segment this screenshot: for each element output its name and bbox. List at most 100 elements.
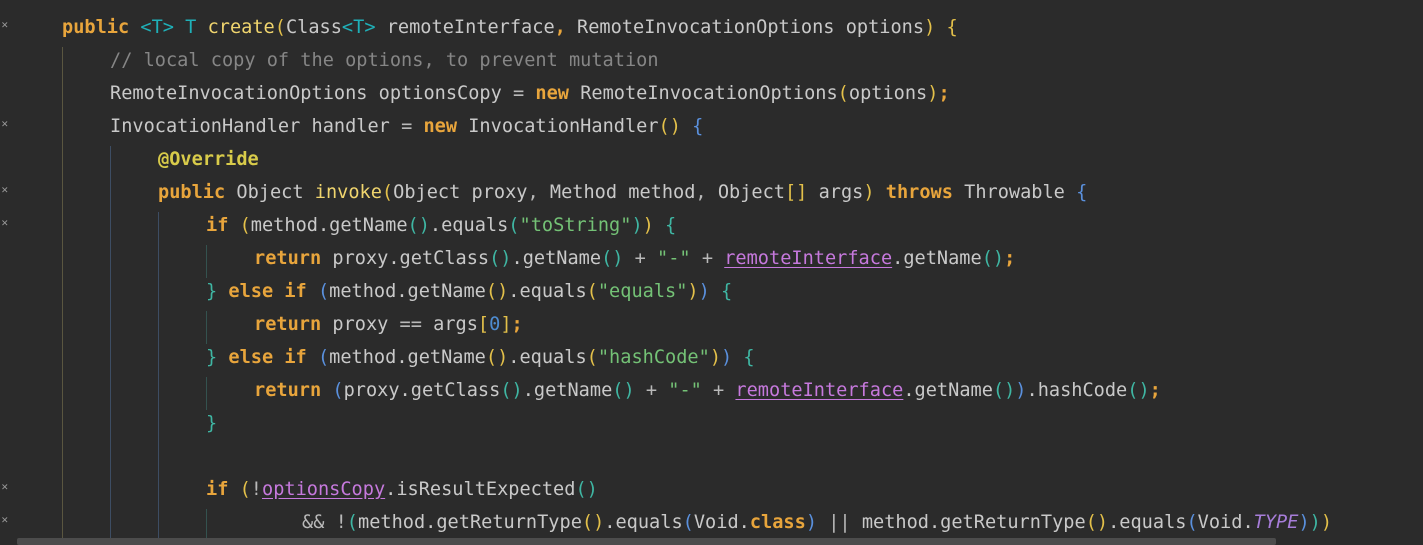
code-token: [ xyxy=(477,314,490,335)
code-token: < xyxy=(140,17,152,38)
code-line[interactable]: public <T> T create(Class<T> remoteInter… xyxy=(62,11,958,44)
code-token: ; xyxy=(1149,380,1161,401)
code-token: RemoteInvocationOptions xyxy=(577,17,846,38)
code-token: () xyxy=(1085,512,1109,533)
code-line[interactable]: // local copy of the options, to prevent… xyxy=(110,44,659,77)
code-token: ; xyxy=(511,314,523,335)
code-token: "toString" xyxy=(519,215,632,236)
code-token: ; xyxy=(1004,248,1016,269)
code-token: ) xyxy=(642,215,666,236)
code-line[interactable]: return proxy.getClass().getName() + "-" … xyxy=(254,242,1015,275)
fold-marker-icon[interactable]: ✕ xyxy=(1,220,9,229)
code-token: ) xyxy=(863,182,886,203)
code-token: ( xyxy=(586,281,598,302)
code-token: return xyxy=(254,314,333,335)
code-token: .getName xyxy=(522,380,613,401)
code-token: ( xyxy=(837,83,849,104)
code-line[interactable]: RemoteInvocationOptions optionsCopy = ne… xyxy=(110,77,950,110)
code-token: InvocationHandler xyxy=(468,116,659,137)
indent-guide xyxy=(110,146,111,545)
code-token: class xyxy=(749,512,806,533)
code-token: handler xyxy=(311,116,402,137)
code-token: || xyxy=(828,512,862,533)
code-token: ) xyxy=(709,347,722,368)
code-line[interactable]: public Object invoke(Object proxy, Metho… xyxy=(158,176,1087,209)
code-token: () xyxy=(489,248,512,269)
code-token: ) xyxy=(1298,512,1310,533)
code-line[interactable]: if (method.getName().equals("toString"))… xyxy=(206,209,676,242)
horizontal-scrollbar[interactable] xyxy=(17,538,1276,545)
code-token: .isResultExpected xyxy=(385,479,576,500)
indent-guide xyxy=(62,47,63,545)
code-token: .getName xyxy=(511,248,602,269)
code-token: RemoteInvocationOptions xyxy=(110,83,379,104)
code-token: () xyxy=(485,347,509,368)
code-token: ] xyxy=(500,314,512,335)
code-token: { xyxy=(743,347,755,368)
code-token: args xyxy=(818,182,864,203)
code-line[interactable]: return proxy == args[0]; xyxy=(254,308,523,341)
fold-marker-icon[interactable]: ✕ xyxy=(1,121,9,130)
code-token: Method xyxy=(549,182,629,203)
code-token: () xyxy=(485,281,509,302)
code-token: > xyxy=(162,17,186,38)
code-token: T xyxy=(185,17,208,38)
code-token: ) xyxy=(687,281,699,302)
code-token: .getName xyxy=(903,380,993,401)
code-line[interactable]: } else if (method.getName().equals("equa… xyxy=(206,275,732,308)
code-editor[interactable]: ✕ ✕ ✕ ✕ ✕ ✕ public <T> T create(Class<T>… xyxy=(0,0,1423,545)
code-token: ) xyxy=(1015,380,1027,401)
code-token: () xyxy=(612,380,646,401)
code-token: () xyxy=(1127,380,1150,401)
code-token: ) xyxy=(805,512,829,533)
code-token: method.getReturnType xyxy=(861,512,1086,533)
code-token: ) xyxy=(698,281,722,302)
code-token: remoteInterface xyxy=(735,380,904,401)
fold-gutter: ✕ ✕ ✕ ✕ ✕ ✕ xyxy=(0,0,14,545)
code-token: T xyxy=(353,17,365,38)
code-token: // local copy of the options, to prevent… xyxy=(110,50,659,71)
code-token: ; xyxy=(938,83,950,104)
code-token: ) xyxy=(1309,512,1321,533)
code-token: { xyxy=(946,17,958,38)
indent-guide xyxy=(206,311,207,344)
code-line[interactable]: if (!optionsCopy.isResultExpected() xyxy=(206,473,598,506)
fold-marker-icon[interactable]: ✕ xyxy=(1,484,9,493)
code-token: , xyxy=(695,182,718,203)
code-token: () xyxy=(407,215,430,236)
code-token: < xyxy=(341,17,354,38)
code-line[interactable]: && !(method.getReturnType().equals(Void.… xyxy=(302,506,1343,539)
code-token: ! xyxy=(250,479,262,500)
code-token: ( xyxy=(586,347,598,368)
code-token: ) xyxy=(631,215,643,236)
code-token: = xyxy=(513,83,536,104)
code-token: new xyxy=(423,116,469,137)
code-line[interactable]: @Override xyxy=(158,143,259,176)
code-token: proxy.getClass xyxy=(332,248,490,269)
code-token: proxy.getClass xyxy=(343,380,501,401)
fold-marker-icon[interactable]: ✕ xyxy=(1,517,9,526)
fold-marker-icon[interactable]: ✕ xyxy=(1,22,9,31)
code-token: () xyxy=(581,512,605,533)
code-token: .equals xyxy=(508,281,587,302)
code-token: 0 xyxy=(489,314,501,335)
code-token: return xyxy=(254,380,333,401)
code-token: = xyxy=(401,116,424,137)
code-token: { xyxy=(692,116,704,137)
code-token: Class xyxy=(285,17,342,38)
code-token: } xyxy=(206,347,229,368)
code-token: .equals xyxy=(1108,512,1187,533)
indent-guide xyxy=(206,245,207,278)
code-token: ( xyxy=(239,215,251,236)
code-token: [] xyxy=(784,182,819,203)
code-token: if xyxy=(206,479,240,500)
code-token: options xyxy=(848,83,928,104)
code-line[interactable]: InvocationHandler handler = new Invocati… xyxy=(110,110,703,143)
code-token: { xyxy=(721,281,733,302)
code-token: new xyxy=(535,83,581,104)
code-line[interactable]: return (proxy.getClass().getName() + "-"… xyxy=(254,374,1161,407)
code-line[interactable]: } else if (method.getName().equals("hash… xyxy=(206,341,755,374)
code-token: create xyxy=(207,17,275,38)
fold-marker-icon[interactable]: ✕ xyxy=(1,187,9,196)
code-line[interactable]: } xyxy=(206,407,217,440)
